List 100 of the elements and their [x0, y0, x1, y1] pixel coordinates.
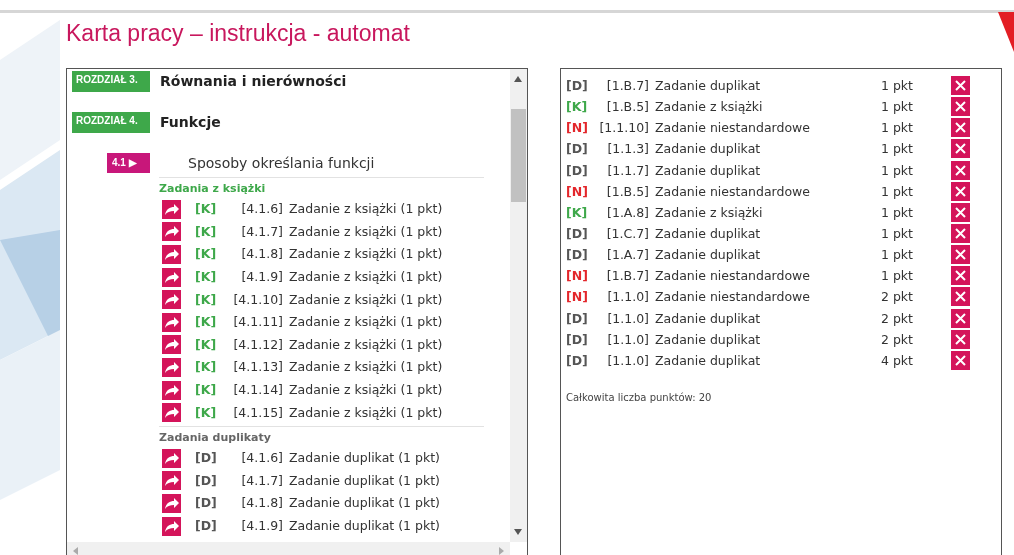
task-code: [1.B.5] — [605, 99, 649, 115]
task-code: [1.C.7] — [605, 226, 649, 242]
close-icon — [955, 122, 966, 134]
task-name: Zadanie duplikat — [655, 226, 762, 242]
scroll-up-icon[interactable] — [514, 76, 522, 82]
task-tag: [K] — [195, 201, 225, 218]
task-code: [1.B.7] — [605, 78, 649, 94]
close-icon — [955, 249, 966, 261]
task-code: [4.1.7] — [240, 472, 283, 489]
remove-button[interactable] — [951, 181, 970, 201]
close-icon — [955, 354, 966, 366]
task-name: Zadanie niestandardowe — [655, 268, 811, 284]
task-name[interactable]: Zadanie z książki (1 pkt) — [289, 336, 443, 353]
chapter-title[interactable]: Równania i nierówności — [160, 73, 347, 89]
remove-button[interactable] — [951, 160, 970, 180]
close-icon — [955, 270, 966, 282]
task-name[interactable]: Zadanie z książki (1 pkt) — [289, 246, 443, 263]
close-icon — [955, 312, 966, 324]
task-tag: [D] — [195, 450, 225, 467]
task-tag: [D] — [566, 247, 596, 263]
task-name[interactable]: Zadanie z książki (1 pkt) — [289, 223, 443, 240]
task-points: 2 pkt — [881, 331, 914, 347]
task-name[interactable]: Zadanie z książki (1 pkt) — [289, 404, 443, 421]
task-tag: [D] — [566, 141, 596, 157]
remove-button[interactable] — [951, 97, 970, 117]
task-code: [4.1.6] — [240, 201, 283, 218]
remove-button[interactable] — [951, 308, 970, 328]
task-name: Zadanie duplikat — [655, 352, 762, 368]
task-points: 2 pkt — [881, 289, 914, 305]
remove-button[interactable] — [951, 118, 970, 138]
task-points: 1 pkt — [881, 162, 914, 178]
task-name[interactable]: Zadanie duplikat (1 pkt) — [289, 450, 440, 467]
task-name[interactable]: Zadanie duplikat (1 pkt) — [289, 472, 440, 489]
task-tag: [K] — [195, 223, 225, 240]
task-code: [1.1.7] — [606, 162, 649, 178]
task-name[interactable]: Zadanie duplikat (1 pkt) — [289, 495, 440, 512]
task-points: 1 pkt — [881, 204, 914, 220]
vertical-scrollbar[interactable] — [510, 69, 527, 542]
task-code: [1.1.0] — [606, 289, 649, 305]
remove-button[interactable] — [951, 139, 970, 159]
close-icon — [955, 164, 966, 176]
remove-button[interactable] — [951, 350, 970, 370]
task-code: [4.1.9] — [240, 518, 283, 534]
task-name: Zadanie duplikat — [655, 162, 762, 178]
task-tag: [K] — [566, 99, 596, 115]
task-tag: [D] — [195, 495, 225, 512]
close-icon — [955, 206, 966, 218]
task-points: 4 pkt — [881, 352, 914, 368]
task-name[interactable]: Zadanie z książki (1 pkt) — [289, 359, 443, 376]
task-code: [4.1.8] — [240, 495, 283, 512]
remove-button[interactable] — [951, 329, 970, 349]
remove-button[interactable] — [951, 266, 970, 286]
task-points: 1 pkt — [881, 226, 914, 242]
remove-button[interactable] — [951, 224, 970, 244]
task-name[interactable]: Zadanie z książki (1 pkt) — [289, 382, 443, 399]
task-tag: [D] — [566, 78, 596, 94]
task-name: Zadanie z książki — [655, 204, 764, 220]
page-title: Karta pracy – instrukcja - automat — [66, 20, 410, 48]
task-tag: [N] — [566, 268, 596, 284]
task-tag: [N] — [566, 289, 596, 305]
scroll-down-icon[interactable] — [514, 529, 522, 535]
task-code: [4.1.15] — [232, 404, 283, 421]
task-name[interactable]: Zadanie z książki (1 pkt) — [289, 291, 443, 308]
task-tag: [K] — [195, 269, 225, 286]
task-name[interactable]: Zadanie duplikat (1 pkt) — [289, 518, 440, 534]
chapter-title[interactable]: Funkcje — [160, 114, 221, 130]
scrollbar-thumb[interactable] — [511, 109, 526, 202]
close-icon — [955, 101, 966, 113]
remove-button[interactable] — [951, 202, 970, 222]
task-tag: [D] — [566, 352, 596, 368]
group-title: Zadania z książki — [159, 182, 267, 197]
task-tag: [K] — [566, 204, 596, 220]
task-code: [1.B.7] — [605, 268, 649, 284]
close-icon — [955, 333, 966, 345]
task-tag: [N] — [566, 183, 596, 199]
section-label[interactable]: 4.1 ▶ — [107, 153, 150, 173]
remove-button[interactable] — [951, 287, 970, 307]
remove-button[interactable] — [951, 245, 970, 265]
task-name[interactable]: Zadanie z książki (1 pkt) — [289, 201, 443, 218]
close-icon — [955, 185, 966, 197]
task-code: [1.1.0] — [606, 352, 649, 368]
section-title[interactable]: Sposoby określania funkcji — [188, 155, 375, 171]
remove-button[interactable] — [951, 76, 970, 96]
task-code: [1.A.7] — [606, 247, 649, 263]
task-code: [1.1.10] — [598, 120, 649, 136]
task-name[interactable]: Zadanie z książki (1 pkt) — [289, 269, 443, 286]
task-code: [4.1.9] — [240, 269, 283, 286]
task-name: Zadanie duplikat — [655, 331, 762, 347]
task-tag: [D] — [566, 331, 596, 347]
task-tag: [K] — [195, 291, 225, 308]
task-code: [4.1.14] — [232, 382, 283, 399]
task-tag: [K] — [195, 404, 225, 421]
close-icon — [955, 228, 966, 240]
task-tag: [K] — [195, 382, 225, 399]
task-code: [1.B.5] — [605, 183, 649, 199]
task-name[interactable]: Zadanie z książki (1 pkt) — [289, 314, 443, 331]
task-code: [4.1.11] — [232, 314, 283, 331]
task-name: Zadanie niestandardowe — [655, 289, 811, 305]
corner-triangle-drawing — [998, 12, 1014, 52]
task-code: [4.1.10] — [232, 291, 283, 308]
